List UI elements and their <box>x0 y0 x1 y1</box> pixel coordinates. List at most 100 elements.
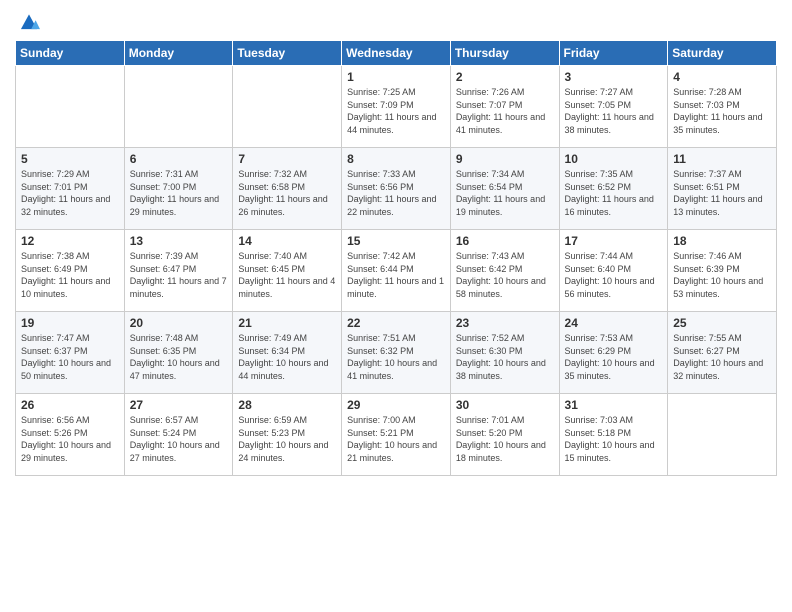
day-info: Sunrise: 7:25 AM Sunset: 7:09 PM Dayligh… <box>347 86 445 136</box>
day-info: Sunrise: 7:39 AM Sunset: 6:47 PM Dayligh… <box>130 250 228 300</box>
calendar-cell: 11Sunrise: 7:37 AM Sunset: 6:51 PM Dayli… <box>668 148 777 230</box>
day-number: 1 <box>347 70 445 84</box>
calendar-cell <box>16 66 125 148</box>
day-number: 22 <box>347 316 445 330</box>
calendar-cell: 19 Sunrise: 7:47 AM Sunset: 6:37 PM Dayli… <box>16 312 125 394</box>
calendar-cell: 7Sunrise: 7:32 AM Sunset: 6:58 PM Daylig… <box>233 148 342 230</box>
calendar-cell: 10 Sunrise: 7:35 AM Sunset: 6:52 PM Dayli… <box>559 148 668 230</box>
day-info: Sunrise: 7:47 AM Sunset: 6:37 PM Dayligh… <box>21 332 119 382</box>
calendar-header-saturday: Saturday <box>668 41 777 66</box>
day-info: Sunrise: 6:59 AM Sunset: 5:23 PM Dayligh… <box>238 414 336 464</box>
day-number: 25 <box>673 316 771 330</box>
calendar-cell: 9 Sunrise: 7:34 AM Sunset: 6:54 PM Daylig… <box>450 148 559 230</box>
calendar-week-5: 26 Sunrise: 6:56 AM Sunset: 5:26 PM Dayli… <box>16 394 777 476</box>
day-info: Sunrise: 7:27 AM Sunset: 7:05 PM Dayligh… <box>565 86 663 136</box>
calendar-cell: 17 Sunrise: 7:44 AM Sunset: 6:40 PM Dayli… <box>559 230 668 312</box>
day-info: Sunrise: 7:35 AM Sunset: 6:52 PM Dayligh… <box>565 168 663 218</box>
day-info: Sunrise: 7:51 AM Sunset: 6:32 PM Dayligh… <box>347 332 445 382</box>
day-number: 27 <box>130 398 228 412</box>
day-number: 19 <box>21 316 119 330</box>
calendar-header-tuesday: Tuesday <box>233 41 342 66</box>
day-info: Sunrise: 7:01 AM Sunset: 5:20 PM Dayligh… <box>456 414 554 464</box>
day-number: 2 <box>456 70 554 84</box>
calendar-header-thursday: Thursday <box>450 41 559 66</box>
day-info: Sunrise: 7:33 AM Sunset: 6:56 PM Dayligh… <box>347 168 445 218</box>
day-number: 11 <box>673 152 771 166</box>
calendar-cell: 26 Sunrise: 6:56 AM Sunset: 5:26 PM Dayli… <box>16 394 125 476</box>
day-number: 21 <box>238 316 336 330</box>
calendar-cell <box>668 394 777 476</box>
calendar-cell: 4 Sunrise: 7:28 AM Sunset: 7:03 PM Daylig… <box>668 66 777 148</box>
day-info: Sunrise: 7:32 AM Sunset: 6:58 PM Dayligh… <box>238 168 336 218</box>
logo-icon <box>18 10 40 32</box>
day-info: Sunrise: 7:42 AM Sunset: 6:44 PM Dayligh… <box>347 250 445 300</box>
day-number: 12 <box>21 234 119 248</box>
calendar-cell: 6 Sunrise: 7:31 AM Sunset: 7:00 PM Daylig… <box>124 148 233 230</box>
day-info: Sunrise: 7:03 AM Sunset: 5:18 PM Dayligh… <box>565 414 663 464</box>
calendar-week-1: 1 Sunrise: 7:25 AM Sunset: 7:09 PM Daylig… <box>16 66 777 148</box>
day-number: 4 <box>673 70 771 84</box>
day-info: Sunrise: 7:38 AM Sunset: 6:49 PM Dayligh… <box>21 250 119 300</box>
calendar-cell: 23 Sunrise: 7:52 AM Sunset: 6:30 PM Dayli… <box>450 312 559 394</box>
day-number: 30 <box>456 398 554 412</box>
day-info: Sunrise: 7:53 AM Sunset: 6:29 PM Dayligh… <box>565 332 663 382</box>
calendar-cell: 24 Sunrise: 7:53 AM Sunset: 6:29 PM Dayli… <box>559 312 668 394</box>
calendar-week-4: 19 Sunrise: 7:47 AM Sunset: 6:37 PM Dayli… <box>16 312 777 394</box>
day-number: 15 <box>347 234 445 248</box>
day-number: 28 <box>238 398 336 412</box>
day-number: 23 <box>456 316 554 330</box>
day-info: Sunrise: 7:52 AM Sunset: 6:30 PM Dayligh… <box>456 332 554 382</box>
day-info: Sunrise: 7:00 AM Sunset: 5:21 PM Dayligh… <box>347 414 445 464</box>
day-number: 26 <box>21 398 119 412</box>
calendar-cell: 8 Sunrise: 7:33 AM Sunset: 6:56 PM Daylig… <box>342 148 451 230</box>
day-info: Sunrise: 7:48 AM Sunset: 6:35 PM Dayligh… <box>130 332 228 382</box>
calendar-cell: 2 Sunrise: 7:26 AM Sunset: 7:07 PM Daylig… <box>450 66 559 148</box>
calendar-cell: 5Sunrise: 7:29 AM Sunset: 7:01 PM Daylig… <box>16 148 125 230</box>
day-number: 17 <box>565 234 663 248</box>
day-number: 8 <box>347 152 445 166</box>
day-number: 6 <box>130 152 228 166</box>
calendar-week-3: 12 Sunrise: 7:38 AM Sunset: 6:49 PM Dayli… <box>16 230 777 312</box>
day-info: Sunrise: 6:57 AM Sunset: 5:24 PM Dayligh… <box>130 414 228 464</box>
calendar-table: SundayMondayTuesdayWednesdayThursdayFrid… <box>15 40 777 476</box>
day-number: 10 <box>565 152 663 166</box>
calendar-cell: 25 Sunrise: 7:55 AM Sunset: 6:27 PM Dayli… <box>668 312 777 394</box>
day-info: Sunrise: 7:26 AM Sunset: 7:07 PM Dayligh… <box>456 86 554 136</box>
calendar-cell: 13 Sunrise: 7:39 AM Sunset: 6:47 PM Dayli… <box>124 230 233 312</box>
day-info: Sunrise: 7:49 AM Sunset: 6:34 PM Dayligh… <box>238 332 336 382</box>
day-info: Sunrise: 7:55 AM Sunset: 6:27 PM Dayligh… <box>673 332 771 382</box>
calendar-header-wednesday: Wednesday <box>342 41 451 66</box>
calendar-cell: 14 Sunrise: 7:40 AM Sunset: 6:45 PM Dayli… <box>233 230 342 312</box>
calendar-cell: 1 Sunrise: 7:25 AM Sunset: 7:09 PM Daylig… <box>342 66 451 148</box>
day-info: Sunrise: 7:31 AM Sunset: 7:00 PM Dayligh… <box>130 168 228 218</box>
calendar-week-2: 5Sunrise: 7:29 AM Sunset: 7:01 PM Daylig… <box>16 148 777 230</box>
day-info: Sunrise: 7:40 AM Sunset: 6:45 PM Dayligh… <box>238 250 336 300</box>
day-info: Sunrise: 7:34 AM Sunset: 6:54 PM Dayligh… <box>456 168 554 218</box>
day-info: Sunrise: 7:28 AM Sunset: 7:03 PM Dayligh… <box>673 86 771 136</box>
calendar-header-friday: Friday <box>559 41 668 66</box>
day-number: 29 <box>347 398 445 412</box>
day-number: 31 <box>565 398 663 412</box>
day-info: Sunrise: 7:29 AM Sunset: 7:01 PM Dayligh… <box>21 168 119 218</box>
calendar-cell: 12 Sunrise: 7:38 AM Sunset: 6:49 PM Dayli… <box>16 230 125 312</box>
day-number: 24 <box>565 316 663 330</box>
main-container: SundayMondayTuesdayWednesdayThursdayFrid… <box>0 0 792 612</box>
calendar-cell: 29 Sunrise: 7:00 AM Sunset: 5:21 PM Dayli… <box>342 394 451 476</box>
calendar-cell: 28 Sunrise: 6:59 AM Sunset: 5:23 PM Dayli… <box>233 394 342 476</box>
day-info: Sunrise: 7:44 AM Sunset: 6:40 PM Dayligh… <box>565 250 663 300</box>
calendar-cell: 30 Sunrise: 7:01 AM Sunset: 5:20 PM Dayli… <box>450 394 559 476</box>
day-number: 20 <box>130 316 228 330</box>
day-info: Sunrise: 7:46 AM Sunset: 6:39 PM Dayligh… <box>673 250 771 300</box>
calendar-header-row: SundayMondayTuesdayWednesdayThursdayFrid… <box>16 41 777 66</box>
header <box>15 10 777 32</box>
calendar-cell <box>233 66 342 148</box>
day-info: Sunrise: 7:43 AM Sunset: 6:42 PM Dayligh… <box>456 250 554 300</box>
calendar-header-monday: Monday <box>124 41 233 66</box>
day-number: 9 <box>456 152 554 166</box>
calendar-header-sunday: Sunday <box>16 41 125 66</box>
calendar-cell: 27 Sunrise: 6:57 AM Sunset: 5:24 PM Dayli… <box>124 394 233 476</box>
day-number: 14 <box>238 234 336 248</box>
day-info: Sunrise: 6:56 AM Sunset: 5:26 PM Dayligh… <box>21 414 119 464</box>
calendar-cell: 20 Sunrise: 7:48 AM Sunset: 6:35 PM Dayli… <box>124 312 233 394</box>
day-number: 13 <box>130 234 228 248</box>
